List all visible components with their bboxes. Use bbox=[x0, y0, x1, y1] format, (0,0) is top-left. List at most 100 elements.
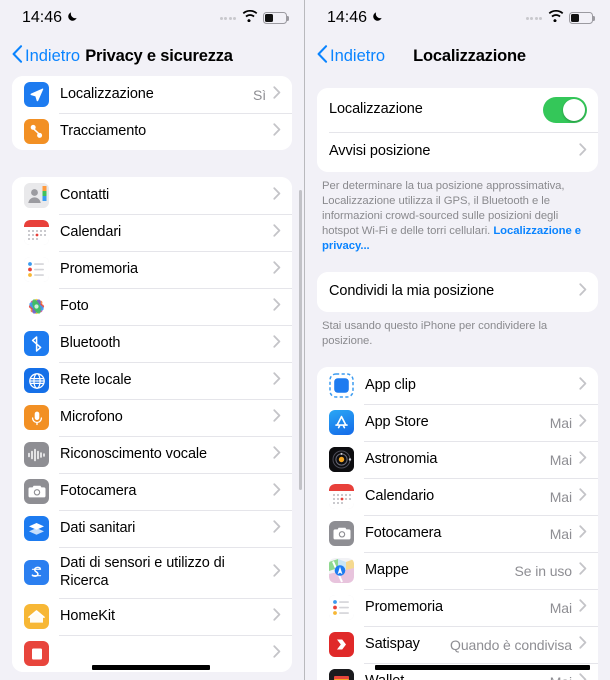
wifi-icon bbox=[242, 9, 258, 27]
list-item-satispay[interactable]: Satispay Quando è condivisa bbox=[317, 626, 598, 664]
maps-icon bbox=[329, 558, 354, 584]
reminders-icon bbox=[24, 257, 49, 282]
row-avvisi-posizione[interactable]: Avvisi posizione bbox=[317, 132, 598, 172]
chevron-right-icon bbox=[579, 487, 587, 506]
list-item-fotocamera[interactable]: Fotocamera Mai bbox=[317, 515, 598, 553]
back-button-label: Indietro bbox=[25, 46, 81, 65]
list-item-foto[interactable]: Foto bbox=[12, 288, 292, 325]
battery-icon bbox=[263, 12, 290, 24]
crescent-moon-icon bbox=[372, 9, 384, 27]
list-item-label: Mappe bbox=[365, 561, 409, 578]
list-item-label: Satispay bbox=[365, 635, 420, 652]
list-item-calendario[interactable]: Calendario Mai bbox=[317, 478, 598, 516]
privacy-apps-group: Contatti Calendari Promemoria Foto Bluet… bbox=[12, 177, 292, 673]
reminders-icon bbox=[329, 595, 354, 621]
back-button-right[interactable]: Indietro bbox=[317, 44, 385, 68]
redaction-bar-left bbox=[92, 665, 210, 670]
list-item-promemoria[interactable]: Promemoria Mai bbox=[317, 589, 598, 627]
app-store-icon bbox=[329, 410, 354, 436]
chevron-right-icon bbox=[273, 645, 281, 663]
list-item-value: Mai bbox=[549, 414, 572, 431]
chevron-right-icon bbox=[579, 376, 587, 395]
list-item-value: Sì bbox=[252, 86, 266, 103]
list-item-rete-locale[interactable]: Rete locale bbox=[12, 362, 292, 399]
top-gap bbox=[317, 76, 598, 88]
astronomy-icon bbox=[329, 447, 354, 473]
list-item-label: Dati di sensori e utilizzo di Ricerca bbox=[60, 555, 225, 589]
chevron-right-icon bbox=[273, 85, 281, 104]
list-item-localizzazione[interactable]: Localizzazione Sì bbox=[12, 76, 292, 113]
list-item-dati-sensori[interactable]: Dati di sensori e utilizzo di Ricerca bbox=[12, 547, 292, 599]
list-item-homekit[interactable]: HomeKit bbox=[12, 598, 292, 636]
list-item-fotocamera[interactable]: Fotocamera bbox=[12, 473, 292, 510]
list-item-bluetooth[interactable]: Bluetooth bbox=[12, 325, 292, 362]
list-item-app-store[interactable]: App Store Mai bbox=[317, 404, 598, 442]
list-item-value: Se in uso bbox=[514, 562, 573, 579]
redaction-bar-right bbox=[375, 665, 590, 670]
battery-icon bbox=[569, 12, 596, 24]
list-item-label: Condividi la mia posizione bbox=[329, 283, 495, 300]
list-item-label: Fotocamera bbox=[365, 524, 442, 541]
list-item-mappe[interactable]: Mappe Se in uso bbox=[317, 552, 598, 590]
list-item-dati-sanitari[interactable]: Dati sanitari bbox=[12, 510, 292, 547]
chevron-right-icon bbox=[579, 635, 587, 654]
location-services-group: Localizzazione Avvisi posizione bbox=[317, 88, 598, 172]
status-bar-right: 14:46 bbox=[305, 0, 610, 36]
location-arrow-icon bbox=[24, 82, 49, 107]
list-item-tracciamento[interactable]: Tracciamento bbox=[12, 113, 292, 150]
nav-bar-left: Indietro Privacy e sicurezza bbox=[0, 36, 304, 76]
local-network-icon bbox=[24, 368, 49, 393]
chevron-left-icon bbox=[12, 45, 23, 68]
location-privacy-footnote: Per determinare la tua posizione appross… bbox=[317, 172, 598, 254]
wifi-icon bbox=[548, 9, 564, 27]
chevron-right-icon bbox=[579, 450, 587, 469]
chevron-right-icon bbox=[579, 413, 587, 432]
list-item-calendari[interactable]: Calendari bbox=[12, 214, 292, 251]
homekit-icon bbox=[24, 604, 49, 630]
chevron-right-icon bbox=[273, 371, 281, 390]
status-bar-time: 14:46 bbox=[327, 9, 368, 26]
chevron-right-icon bbox=[273, 608, 281, 626]
chevron-right-icon bbox=[579, 143, 587, 161]
settings-list-right: Localizzazione Avvisi posizione Per dete… bbox=[305, 76, 610, 680]
chevron-right-icon bbox=[273, 334, 281, 353]
chevron-right-icon bbox=[273, 482, 281, 501]
health-icon bbox=[24, 516, 49, 541]
chevron-right-icon bbox=[273, 122, 281, 141]
chevron-right-icon bbox=[579, 561, 587, 580]
list-item-label: Tracciamento bbox=[60, 122, 147, 139]
contacts-icon bbox=[24, 183, 49, 208]
app-icon-redacted bbox=[24, 641, 49, 667]
chevron-right-icon bbox=[273, 519, 281, 538]
list-item-label: Foto bbox=[60, 297, 89, 314]
left-screen-privacy-settings: 14:46 Indietro Privacy e sicurezza Local… bbox=[0, 0, 305, 680]
chevron-left-icon bbox=[317, 45, 328, 68]
list-item-microfono[interactable]: Microfono bbox=[12, 399, 292, 436]
bluetooth-icon bbox=[24, 331, 49, 356]
list-item-contatti[interactable]: Contatti bbox=[12, 177, 292, 214]
list-item-label: Fotocamera bbox=[60, 482, 137, 499]
list-item-value: Mai bbox=[549, 525, 572, 542]
list-item-promemoria[interactable]: Promemoria bbox=[12, 251, 292, 288]
list-item-app-clip[interactable]: App clip bbox=[317, 367, 598, 405]
chevron-right-icon bbox=[579, 524, 587, 543]
chevron-right-icon bbox=[273, 408, 281, 427]
camera-icon bbox=[24, 479, 49, 504]
list-item-riconoscimento-vocale[interactable]: Riconoscimento vocale bbox=[12, 436, 292, 473]
chevron-right-icon bbox=[579, 672, 587, 680]
row-condividi-posizione[interactable]: Condividi la mia posizione bbox=[317, 272, 598, 313]
list-item-label: Astronomia bbox=[365, 450, 438, 467]
list-item-label: App clip bbox=[365, 376, 416, 393]
camera-icon bbox=[329, 521, 354, 547]
location-services-toggle[interactable] bbox=[543, 97, 587, 123]
status-bar-time: 14:46 bbox=[22, 9, 63, 26]
scrollbar-left[interactable] bbox=[299, 190, 302, 490]
share-location-footnote: Stai usando questo iPhone per condivider… bbox=[322, 320, 548, 348]
list-item-value: Mai bbox=[549, 488, 572, 505]
wallet-icon bbox=[329, 669, 354, 680]
list-item-astronomia[interactable]: Astronomia Mai bbox=[317, 441, 598, 479]
toggle-label: Localizzazione bbox=[329, 101, 423, 118]
back-button-left[interactable]: Indietro bbox=[12, 44, 80, 68]
